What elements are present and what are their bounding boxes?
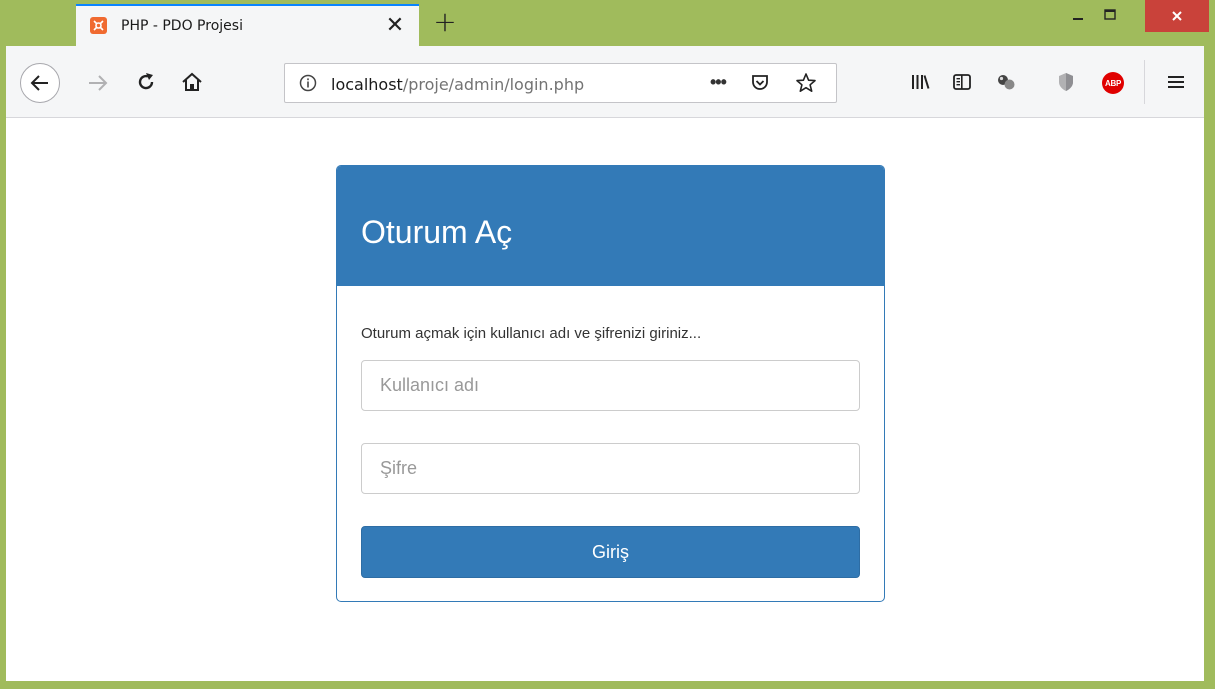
bookmark-star-icon[interactable] [795,72,817,94]
login-panel-header: Oturum Aç [337,166,884,286]
home-button[interactable] [180,70,204,94]
new-tab-button[interactable]: + [432,8,458,36]
page-viewport: Oturum Aç Oturum açmak için kullanıcı ad… [6,118,1204,681]
library-icon[interactable] [908,70,932,94]
reload-icon [138,73,154,90]
username-input[interactable] [361,360,860,411]
shield-icon[interactable] [1054,70,1078,94]
extension-icon[interactable] [994,70,1018,94]
password-input[interactable] [361,443,860,494]
browser-tab[interactable]: PHP - PDO Projesi ✕ [76,4,419,46]
back-button[interactable] [20,63,60,103]
login-instructions: Oturum açmak için kullanıcı adı ve şifre… [361,325,702,342]
login-panel: Oturum Aç Oturum açmak için kullanıcı ad… [336,165,885,602]
home-icon [182,72,202,91]
page-actions-icon[interactable]: ••• [710,72,727,93]
forward-icon [89,75,108,91]
forward-button[interactable] [86,71,110,95]
tab-close-icon[interactable]: ✕ [385,14,405,38]
login-title: Oturum Aç [361,214,513,250]
pocket-icon[interactable] [750,73,770,93]
address-bar[interactable]: localhost/proje/admin/login.php ••• [284,63,837,103]
minimize-button[interactable] [1061,4,1095,26]
back-icon [30,75,48,91]
menu-icon[interactable] [1164,70,1188,94]
login-submit-button[interactable]: Giriş [361,526,860,578]
sidebar-icon[interactable] [950,70,974,94]
login-panel-body: Oturum açmak için kullanıcı adı ve şifre… [337,286,884,601]
reload-button[interactable] [134,70,158,94]
url-host: localhost [331,75,403,94]
tab-title: PHP - PDO Projesi [121,18,243,34]
maximize-button[interactable] [1093,4,1127,26]
info-icon[interactable] [299,74,317,92]
browser-window: PHP - PDO Projesi ✕ + localhost/proje/ad… [0,0,1215,689]
xampp-icon [90,17,107,34]
window-close-button[interactable] [1145,0,1209,32]
navigation-toolbar: localhost/proje/admin/login.php ••• ABP [6,46,1204,118]
url-text[interactable]: localhost/proje/admin/login.php [331,75,584,94]
url-path: /proje/admin/login.php [402,75,585,94]
adblock-icon[interactable]: ABP [1102,72,1124,94]
toolbar-divider [1144,60,1145,104]
title-bar: PHP - PDO Projesi ✕ + [0,0,1215,46]
